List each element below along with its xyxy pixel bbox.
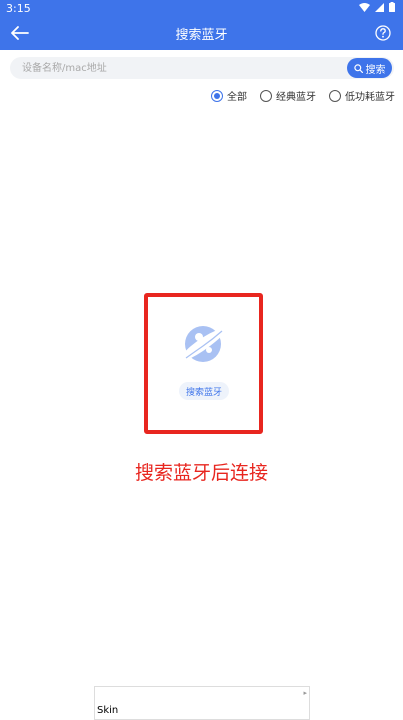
status-icons	[359, 2, 395, 12]
search-bluetooth-button[interactable]: 搜索蓝牙	[179, 382, 229, 400]
filter-all-label: 全部	[227, 92, 247, 103]
radio-icon	[260, 89, 272, 102]
ad-label: Skin	[97, 705, 119, 716]
filter-classic-label: 经典蓝牙	[276, 92, 316, 103]
filter-all[interactable]: 全部	[211, 88, 247, 103]
page-title: 搜索蓝牙	[175, 28, 228, 43]
status-bar: 3:15	[0, 0, 403, 16]
question-circle-icon	[375, 25, 391, 41]
connect-hint: 搜索蓝牙后连接	[134, 462, 268, 484]
search-input[interactable]	[22, 57, 342, 79]
ad-banner[interactable]: ▸ Skin	[94, 686, 310, 720]
search-bar: 搜索	[10, 57, 394, 79]
filter-ble-label: 低功耗蓝牙	[345, 92, 395, 103]
radio-icon	[329, 89, 341, 102]
app-bar: 3:15 搜索蓝牙	[0, 0, 403, 50]
toolbar: 搜索蓝牙	[0, 16, 403, 50]
planet-icon	[182, 326, 225, 362]
wifi-icon	[359, 2, 370, 12]
empty-state: 搜索蓝牙	[144, 293, 263, 434]
search-icon	[353, 63, 363, 73]
search-button[interactable]: 搜索	[347, 58, 392, 78]
filter-ble[interactable]: 低功耗蓝牙	[329, 88, 395, 103]
battery-icon	[389, 2, 395, 12]
filter-classic[interactable]: 经典蓝牙	[260, 88, 316, 103]
signal-icon	[375, 2, 384, 12]
help-button[interactable]	[371, 21, 395, 45]
ad-choices-icon[interactable]: ▸	[303, 689, 307, 697]
status-time: 3:15	[6, 2, 31, 15]
radio-selected-icon	[211, 89, 223, 102]
search-button-label: 搜索	[365, 64, 386, 76]
filter-group: 全部 经典蓝牙 低功耗蓝牙	[211, 88, 395, 103]
